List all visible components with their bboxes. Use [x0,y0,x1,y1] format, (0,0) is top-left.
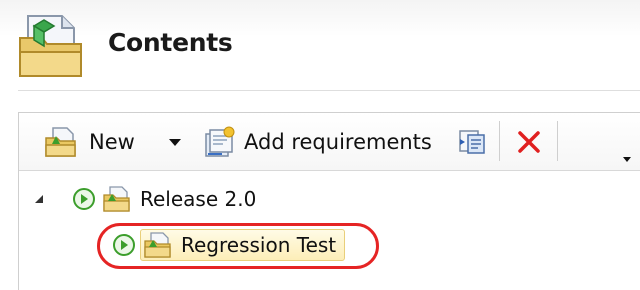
toolbar-separator [499,121,500,161]
toolbar-separator [557,121,558,161]
header-divider [18,90,640,91]
contents-folder-icon [19,15,82,77]
new-folder-icon [45,126,76,157]
new-dropdown-button[interactable] [167,113,187,170]
toolbar: New Add requirements [19,113,640,171]
chevron-down-icon [169,138,181,146]
toolbar-overflow-button[interactable] [621,113,635,170]
page-header: Contents [0,0,640,92]
new-button[interactable]: New [43,113,135,170]
annotation-highlight-circle [97,223,379,269]
play-icon[interactable] [72,187,96,211]
delete-icon [518,130,540,153]
release-folder-icon [103,186,130,212]
properties-icon [459,129,485,154]
expand-collapse-icon[interactable] [32,192,46,206]
properties-button[interactable] [456,113,488,170]
tree-item-release[interactable]: Release 2.0 [32,182,256,216]
overflow-chevron-icon [623,157,631,162]
delete-button[interactable] [515,113,543,170]
add-requirements-button[interactable]: Add requirements [202,113,432,170]
new-button-label: New [89,129,135,154]
page-title: Contents [108,28,233,57]
tree-item-release-label: Release 2.0 [140,187,257,211]
add-requirements-label: Add requirements [244,129,432,154]
add-requirements-icon [205,126,235,157]
